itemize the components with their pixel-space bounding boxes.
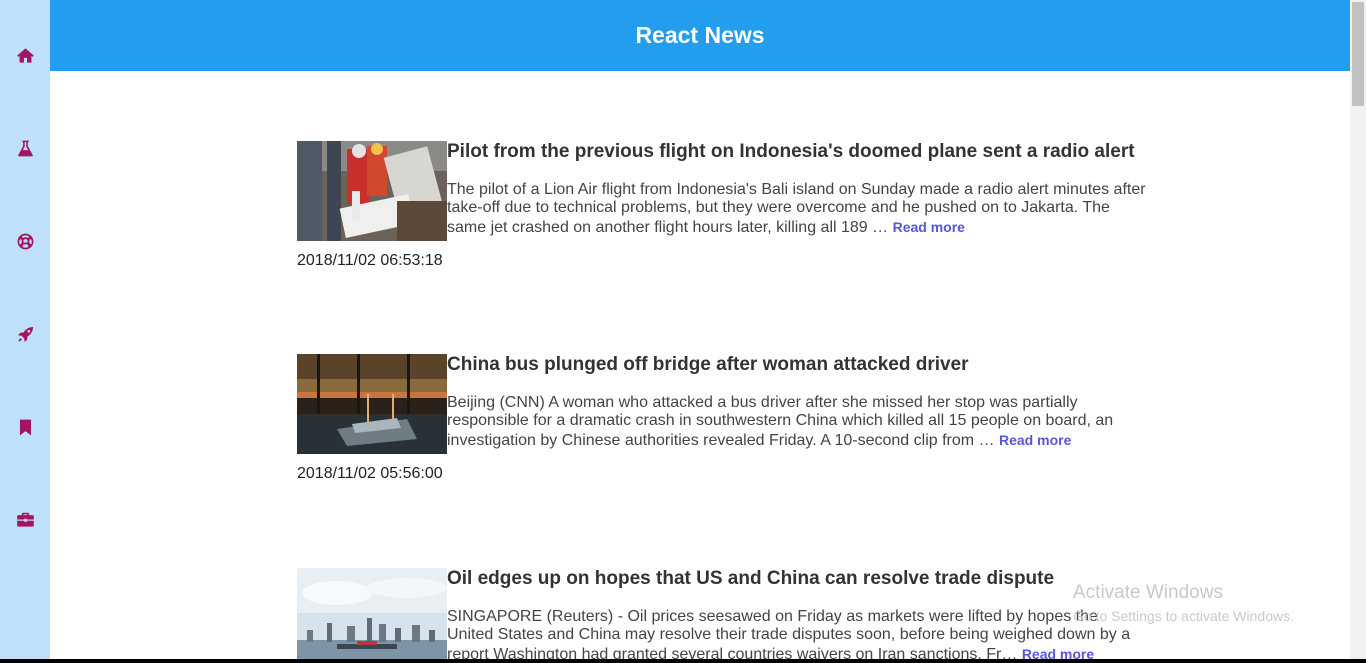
sidebar-item-bookmarks[interactable] bbox=[0, 407, 50, 447]
article-description-text: The pilot of a Lion Air flight from Indo… bbox=[447, 181, 1146, 236]
article-thumbnail[interactable] bbox=[297, 141, 447, 241]
news-article: Pilot from the previous flight on Indone… bbox=[297, 141, 1146, 271]
sidebar-item-science[interactable] bbox=[0, 128, 50, 168]
article-description: The pilot of a Lion Air flight from Indo… bbox=[447, 181, 1147, 237]
rocket-icon bbox=[17, 326, 33, 342]
article-title[interactable]: China bus plunged off bridge after woman… bbox=[447, 354, 1147, 376]
bookmark-icon bbox=[19, 419, 31, 435]
article-date: 2018/11/02 05:56:00 bbox=[297, 465, 443, 482]
article-description: SINGAPORE (Reuters) - Oil prices seesawe… bbox=[447, 608, 1147, 663]
flask-icon bbox=[17, 140, 33, 156]
sidebar bbox=[0, 0, 50, 663]
vertical-scrollbar[interactable] bbox=[1350, 0, 1366, 663]
article-title[interactable]: Oil edges up on hopes that US and China … bbox=[447, 568, 1147, 590]
watermark-subtitle: Go to Settings to activate Windows. bbox=[1073, 608, 1294, 624]
app-root: React News Pilot from the previous fligh… bbox=[0, 0, 1366, 663]
read-more-link[interactable]: Read more bbox=[893, 219, 965, 235]
news-article: China bus plunged off bridge after woman… bbox=[297, 354, 1142, 484]
home-icon bbox=[16, 47, 34, 63]
article-title[interactable]: Pilot from the previous flight on Indone… bbox=[447, 141, 1147, 163]
app-header: React News bbox=[50, 0, 1350, 71]
soccer-ball-icon bbox=[17, 233, 33, 249]
sidebar-item-technology[interactable] bbox=[0, 314, 50, 354]
activate-windows-watermark: Activate Windows Go to Settings to activ… bbox=[1073, 582, 1294, 626]
article-thumbnail[interactable] bbox=[297, 568, 447, 663]
news-article: Oil edges up on hopes that US and China … bbox=[297, 568, 1142, 663]
page-title: React News bbox=[635, 22, 765, 48]
scrollbar-thumb[interactable] bbox=[1352, 2, 1364, 106]
sidebar-item-business[interactable] bbox=[0, 499, 50, 539]
screen-bottom-edge bbox=[0, 659, 1366, 663]
briefcase-icon bbox=[16, 512, 34, 527]
sidebar-item-home[interactable] bbox=[0, 35, 50, 75]
read-more-link[interactable]: Read more bbox=[999, 432, 1071, 448]
watermark-title: Activate Windows bbox=[1073, 582, 1223, 603]
article-description: Beijing (CNN) A woman who attacked a bus… bbox=[447, 394, 1147, 450]
sidebar-item-sports[interactable] bbox=[0, 221, 50, 261]
article-thumbnail[interactable] bbox=[297, 354, 447, 454]
article-date: 2018/11/02 06:53:18 bbox=[297, 252, 443, 269]
